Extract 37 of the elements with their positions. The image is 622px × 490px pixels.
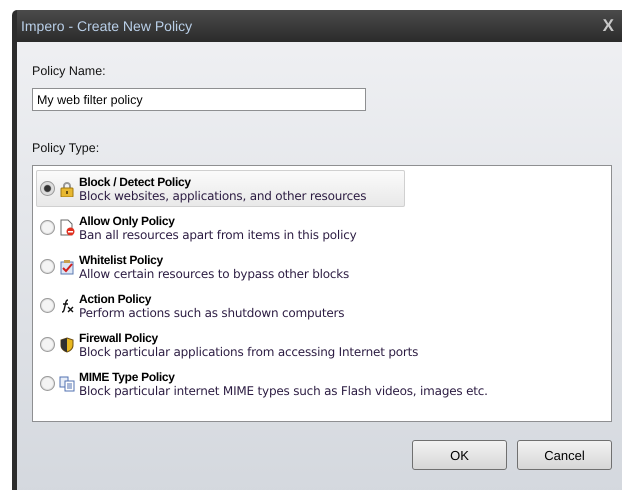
function-icon (59, 298, 75, 314)
field-label: Policy Type: (32, 141, 100, 155)
cancel-button[interactable]: Cancel (517, 440, 612, 470)
ok-button[interactable]: OK (412, 440, 507, 470)
option-title: Firewall Policy (79, 330, 159, 344)
radio-button[interactable] (40, 298, 55, 313)
option-description: Block particular applications from accessing Internet ports (79, 344, 418, 358)
radio-button[interactable] (40, 259, 55, 274)
policy-option[interactable]: MIME Type Policy Block particular internet MIME types such as Flash videos, images etc. (36, 365, 608, 402)
option-title: Block / Detect Policy (79, 174, 192, 188)
radio-button[interactable] (40, 337, 55, 352)
option-title: Whitelist Policy (79, 252, 164, 266)
clipboard-check-icon (59, 258, 75, 274)
option-title: Action Policy (79, 292, 152, 306)
close-button[interactable]: X (602, 16, 614, 36)
radio-button[interactable] (40, 376, 55, 391)
radio-button[interactable] (40, 220, 55, 235)
option-description: Ban all resources apart from items in this policy (79, 228, 356, 242)
padlock-icon (59, 180, 75, 196)
field-label: Policy Name: (32, 64, 107, 78)
policy-option[interactable]: Whitelist Policy Allow certain resources to bypass other blocks (36, 248, 608, 285)
window-title: Impero - Create New Policy (21, 18, 192, 34)
radio-button[interactable] (40, 181, 55, 196)
policy-option[interactable]: Action Policy Perform actions such as shutdown computers (36, 287, 608, 324)
policy-name-field[interactable]: My web filter policy (32, 88, 366, 111)
shield-icon (59, 336, 75, 352)
policy-option[interactable]: Block / Detect Policy Block websites, applications, and other resources (36, 170, 405, 207)
option-title: Allow Only Policy (79, 214, 176, 228)
document-block-icon (59, 219, 75, 236)
documents-icon (59, 376, 75, 392)
option-description: Block particular internet MIME types such as Flash videos, images etc. (79, 384, 488, 398)
option-title: MIME Type Policy (79, 370, 176, 384)
policy-option[interactable]: Firewall Policy Block particular applications from accessing Internet ports (36, 326, 608, 363)
policy-option[interactable]: Allow Only Policy Ban all resources apart from items in this policy (36, 209, 608, 246)
option-description: Block websites, applications, and other resources (79, 188, 366, 202)
option-description: Allow certain resources to bypass other blocks (79, 266, 350, 280)
option-description: Perform actions such as shutdown computers (79, 306, 344, 320)
